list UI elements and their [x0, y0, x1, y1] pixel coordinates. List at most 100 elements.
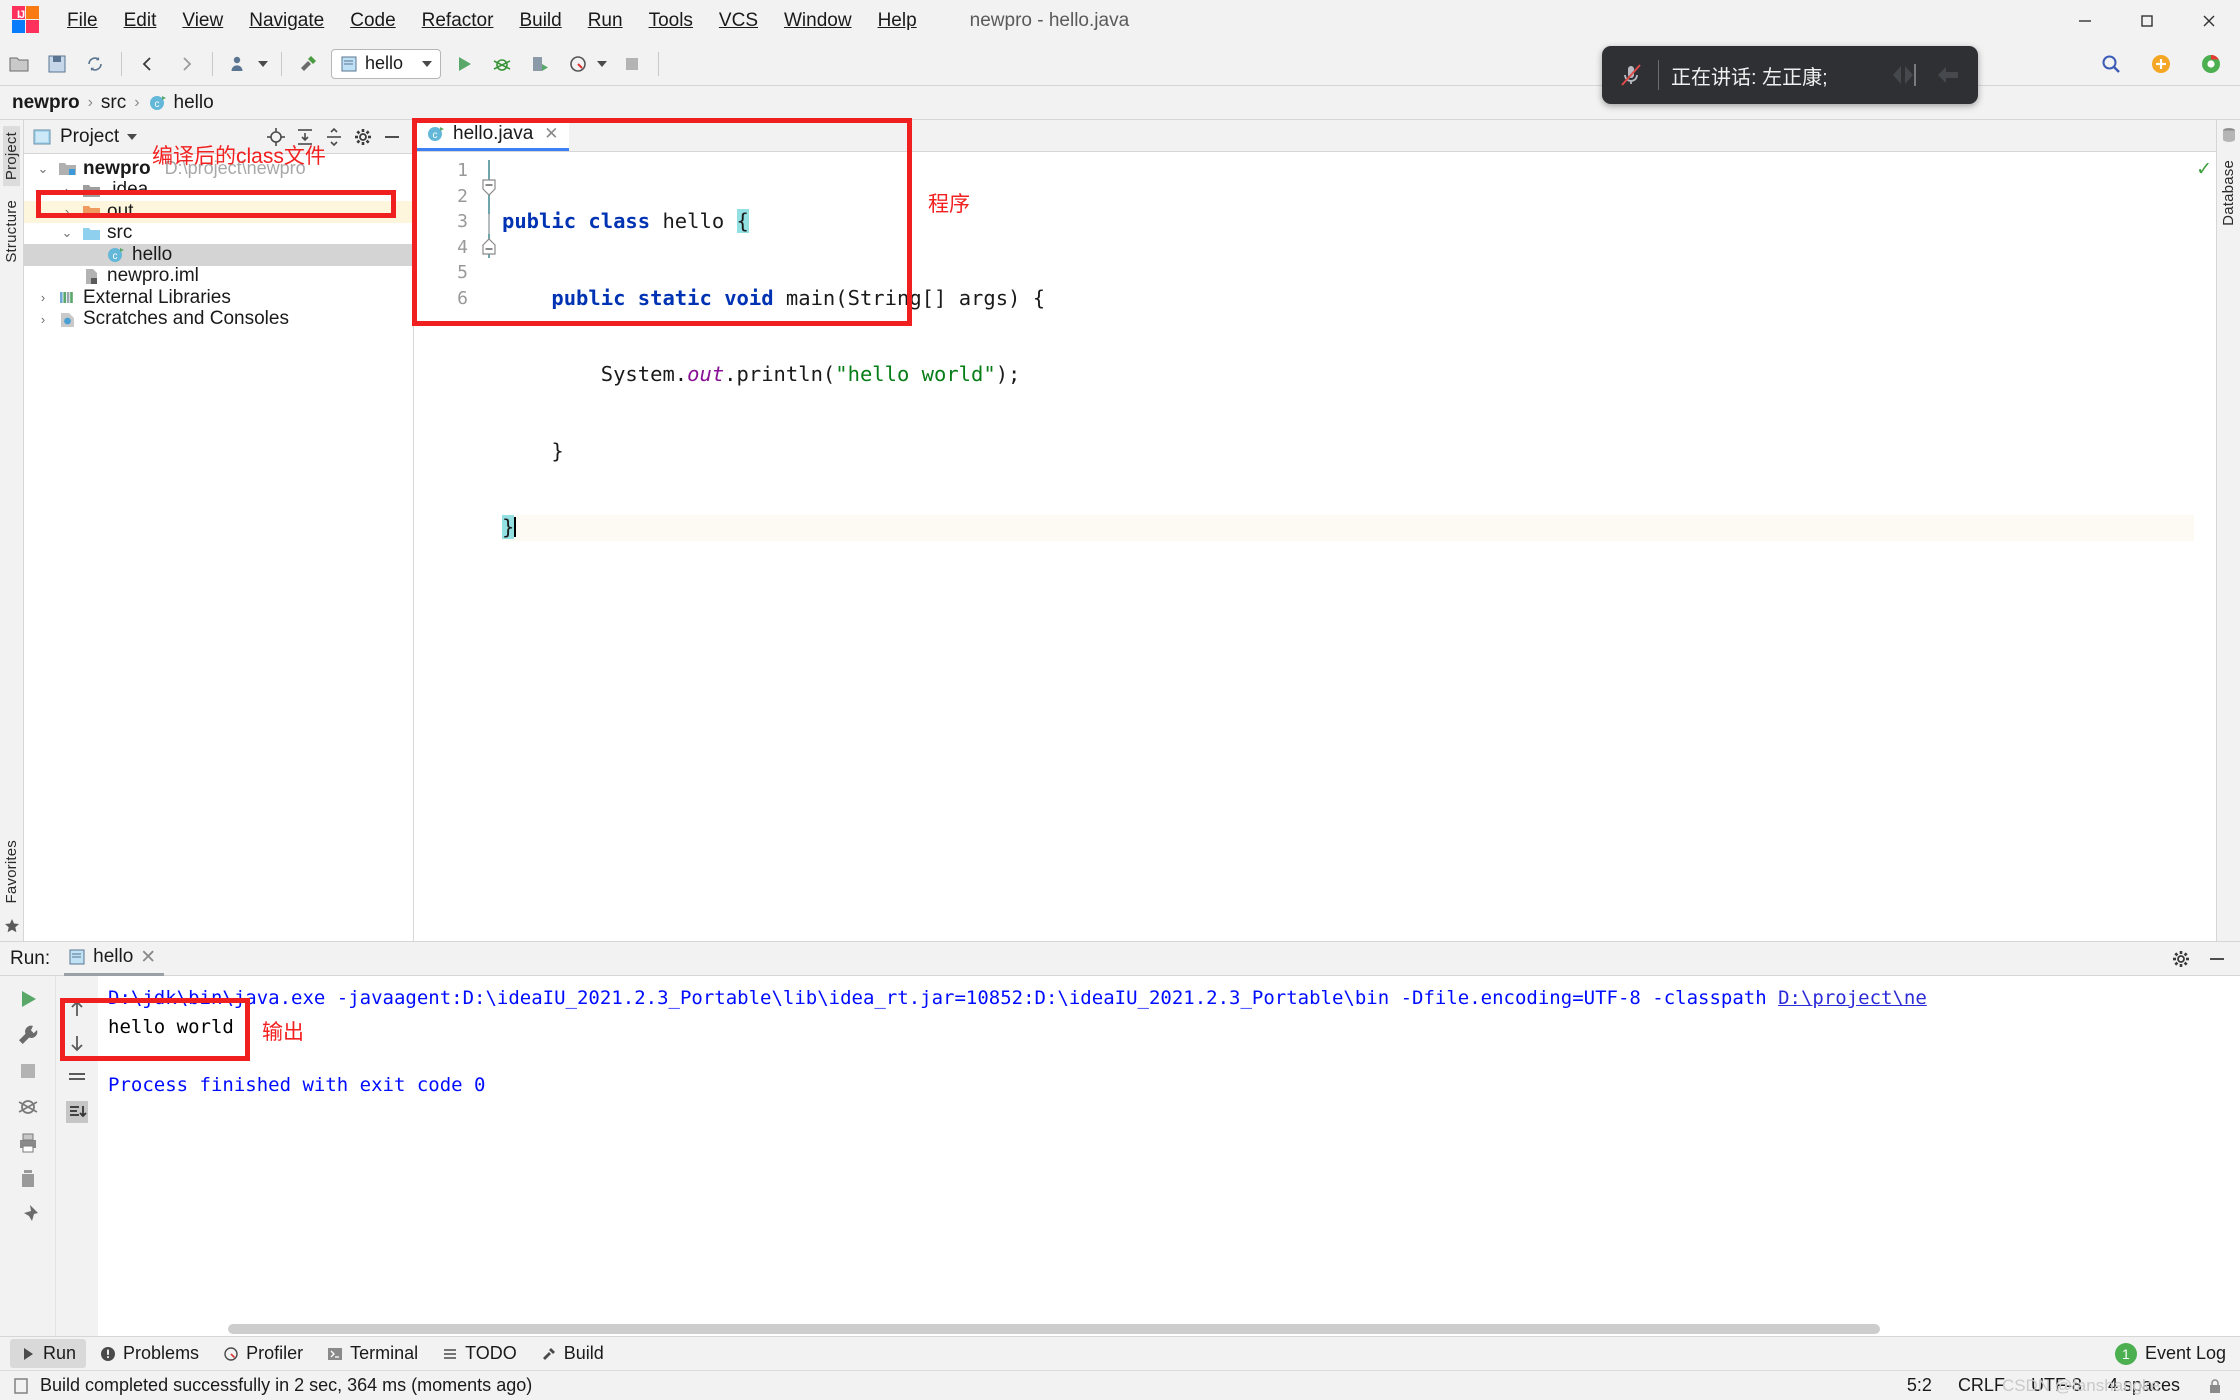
back-icon[interactable]: [131, 47, 165, 81]
event-log-button[interactable]: 1 Event Log: [2114, 1342, 2226, 1365]
settings-gear-icon[interactable]: [350, 124, 376, 150]
maximize-button[interactable]: [2116, 0, 2178, 42]
debug-icon[interactable]: [485, 47, 519, 81]
run-with-coverage-icon[interactable]: [523, 47, 557, 81]
chevron-right-icon[interactable]: ›: [34, 312, 52, 327]
tree-node-iml[interactable]: newpro.iml: [24, 265, 413, 288]
scroll-to-end-icon[interactable]: [65, 1100, 89, 1124]
settings-gear-icon[interactable]: [2168, 946, 2194, 972]
run-configuration-selector[interactable]: hello: [331, 48, 441, 79]
stop-icon[interactable]: [15, 1058, 41, 1084]
code-text[interactable]: public class hello { public static void …: [502, 152, 2194, 941]
breadcrumb-item-class[interactable]: c hello: [148, 92, 214, 114]
status-bar-message[interactable]: Build completed successfully in 2 sec, 3…: [40, 1375, 532, 1396]
chevron-right-icon[interactable]: ›: [58, 204, 76, 219]
forward-icon[interactable]: [169, 47, 203, 81]
scroll-down-icon[interactable]: [66, 1032, 88, 1054]
mic-muted-icon[interactable]: [1616, 60, 1646, 90]
hide-icon[interactable]: [379, 124, 405, 150]
screen-share-icon[interactable]: [1890, 60, 1924, 90]
editor-gutter[interactable]: 1▶ 2▶ 3 4 5 6: [414, 152, 494, 941]
chevron-down-icon[interactable]: [127, 133, 138, 140]
open-icon[interactable]: [2, 47, 36, 81]
editor-tab-hello-java[interactable]: c hello.java ✕: [414, 119, 569, 151]
menu-file[interactable]: File: [54, 5, 111, 37]
menu-run[interactable]: Run: [575, 5, 636, 37]
close-icon[interactable]: ✕: [544, 124, 558, 144]
chevron-expanded-icon[interactable]: ⌄: [58, 225, 76, 241]
menu-vcs[interactable]: VCS: [706, 5, 771, 37]
menu-build[interactable]: Build: [506, 5, 574, 37]
indent-setting[interactable]: 4 spaces: [2108, 1375, 2180, 1396]
browser-icon[interactable]: [2194, 47, 2228, 81]
tool-button-project[interactable]: Project: [3, 126, 20, 187]
plus-icon[interactable]: [2144, 47, 2178, 81]
caret-position[interactable]: 5:2: [1907, 1375, 1932, 1396]
lock-icon[interactable]: [2206, 1377, 2224, 1395]
menu-code[interactable]: Code: [337, 5, 408, 37]
search-icon[interactable]: [2094, 47, 2128, 81]
tool-button-favorites[interactable]: Favorites: [3, 834, 20, 910]
leave-arrow-icon[interactable]: [1934, 61, 1964, 89]
breadcrumb-item-project[interactable]: newpro: [12, 92, 80, 114]
close-icon[interactable]: ✕: [140, 946, 156, 969]
code-editor[interactable]: 1▶ 2▶ 3 4 5 6: [414, 152, 2216, 941]
tree-node-out[interactable]: › out: [24, 201, 413, 223]
menu-edit[interactable]: Edit: [111, 5, 170, 37]
scroll-up-icon[interactable]: [66, 998, 88, 1020]
project-tree[interactable]: ⌄ newpro D:\project\newpro › .idea › out…: [24, 154, 413, 941]
bottom-tab-run[interactable]: Run: [10, 1339, 87, 1368]
tool-button-database[interactable]: Database: [2220, 154, 2237, 232]
soft-wrap-icon[interactable]: [66, 1066, 88, 1088]
pin-icon[interactable]: [15, 1202, 41, 1228]
tree-node-scratches[interactable]: › Scratches and Consoles: [24, 308, 413, 331]
chevron-expanded-icon[interactable]: ⌄: [34, 161, 52, 177]
trash-icon[interactable]: [15, 1166, 41, 1192]
bottom-tab-terminal[interactable]: Terminal: [317, 1339, 428, 1368]
bottom-tab-problems[interactable]: Problems: [90, 1339, 209, 1368]
close-button[interactable]: [2178, 0, 2240, 42]
run-icon[interactable]: [447, 47, 481, 81]
line-separator[interactable]: CRLF: [1958, 1375, 2005, 1396]
bottom-tab-build[interactable]: Build: [531, 1339, 614, 1368]
profiler-icon[interactable]: [561, 47, 595, 81]
chevron-right-icon[interactable]: ›: [34, 290, 52, 305]
ok-check-icon[interactable]: ✓: [2196, 158, 2212, 181]
tree-node-external-libraries[interactable]: › External Libraries: [24, 287, 413, 309]
code-folding-column[interactable]: [476, 152, 502, 941]
rerun-icon[interactable]: [15, 986, 41, 1012]
tree-node-hello[interactable]: c hello: [24, 244, 413, 266]
run-console-output[interactable]: D:\jdk\bin\java.exe -javaagent:D:\ideaIU…: [98, 976, 2240, 1336]
sync-icon[interactable]: [78, 47, 112, 81]
save-all-icon[interactable]: [40, 47, 74, 81]
build-hammer-icon[interactable]: [291, 47, 325, 81]
chevron-down-icon[interactable]: [422, 60, 432, 67]
trace-icon[interactable]: [15, 1094, 41, 1120]
tree-node-src[interactable]: ⌄ src: [24, 222, 413, 245]
tool-button-structure[interactable]: Structure: [3, 194, 20, 269]
file-encoding[interactable]: UTF-8: [2031, 1375, 2082, 1396]
database-panel-icon[interactable]: [2220, 126, 2238, 144]
menu-navigate[interactable]: Navigate: [236, 5, 337, 37]
bottom-tab-profiler[interactable]: Profiler: [213, 1339, 313, 1368]
minimize-button[interactable]: [2054, 0, 2116, 42]
wrench-icon[interactable]: [15, 1022, 41, 1048]
meeting-speaking-overlay[interactable]: 正在讲话: 左正康;: [1602, 46, 1978, 104]
chevron-right-icon[interactable]: ›: [58, 183, 76, 198]
editor-inspection-strip[interactable]: ✓: [2194, 152, 2216, 941]
menu-view[interactable]: View: [169, 5, 236, 37]
console-classpath-link[interactable]: D:\project\ne: [1778, 987, 1927, 1009]
print-icon[interactable]: [15, 1130, 41, 1156]
menu-tools[interactable]: Tools: [636, 5, 706, 37]
menu-window[interactable]: Window: [771, 5, 865, 37]
bottom-tab-todo[interactable]: TODO: [432, 1339, 527, 1368]
breadcrumb-item-src[interactable]: src: [101, 92, 126, 114]
console-horizontal-scrollbar[interactable]: [228, 1324, 1880, 1334]
profile-user-icon[interactable]: [222, 47, 256, 81]
menu-help[interactable]: Help: [865, 5, 930, 37]
tree-node-idea[interactable]: › .idea: [24, 179, 413, 202]
run-tab-hello[interactable]: hello ✕: [64, 942, 165, 976]
menu-refactor[interactable]: Refactor: [409, 5, 507, 37]
favorites-star-icon[interactable]: [3, 917, 21, 935]
hide-window-icon[interactable]: [2204, 946, 2230, 972]
